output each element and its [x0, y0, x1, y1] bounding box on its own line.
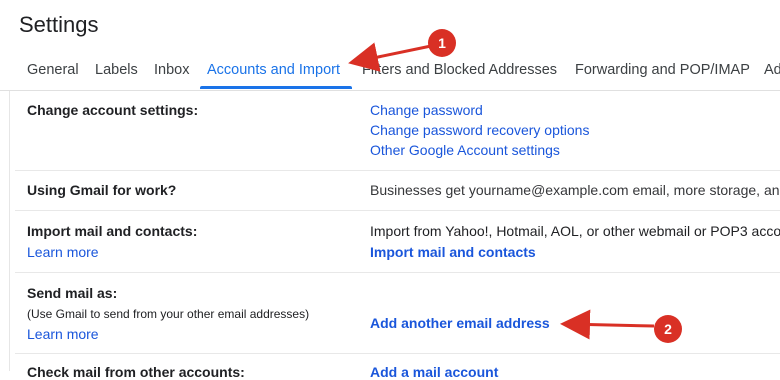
annotation-badge-2: 2: [654, 315, 682, 343]
annotation-badge-1: 1: [428, 29, 456, 57]
annotation-overlay: 1 2: [348, 29, 682, 343]
annotation-arrow-1: [348, 42, 432, 72]
annotation-arrow-2: [560, 309, 655, 340]
annotation-badge-2-text: 2: [664, 321, 672, 337]
annotation-badge-1-text: 1: [438, 35, 446, 51]
